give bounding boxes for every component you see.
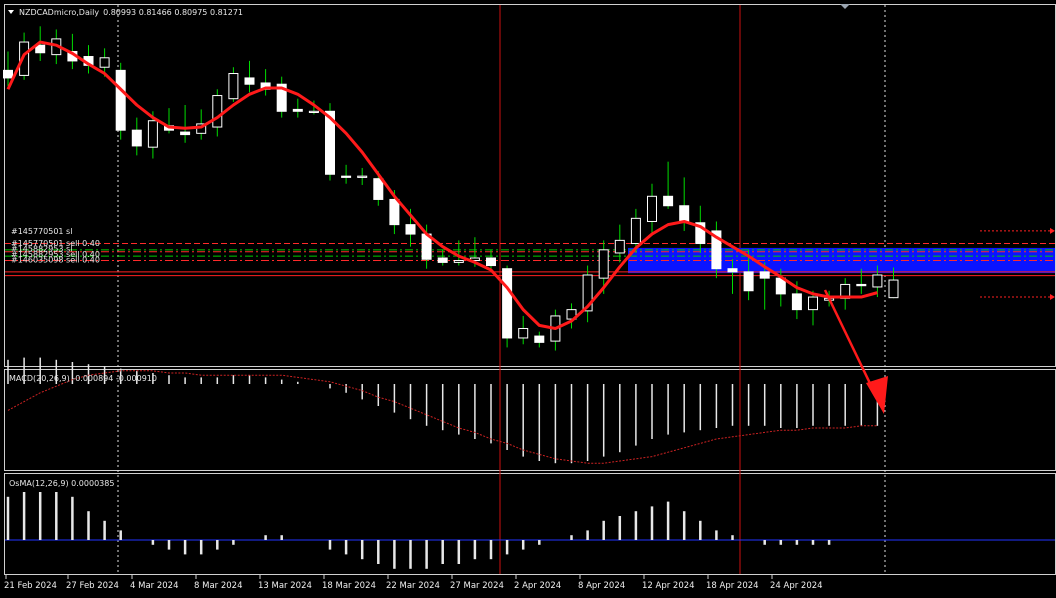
- symbol-label: NZDCADmicro,Daily 0.80993 0.81466 0.80975…: [19, 8, 243, 17]
- candle-body-27: [437, 257, 448, 263]
- date-label-4: 13 Mar 2024: [258, 581, 312, 591]
- date-label-3: 8 Mar 2024: [194, 581, 242, 591]
- candle-body-11: [180, 131, 191, 136]
- date-label-10: 12 Apr 2024: [642, 581, 695, 591]
- candle-body-21: [341, 175, 352, 178]
- macd-label: MACD(20,26,9) -0.000894 -0.000910: [9, 374, 157, 383]
- candle-body-13: [212, 95, 223, 128]
- date-label-12: 24 Apr 2024: [770, 581, 823, 591]
- candle-body-39: [630, 217, 641, 245]
- candle-body-50: [808, 296, 818, 311]
- candle-body-55: [888, 279, 899, 299]
- candle-body-0: [3, 69, 13, 79]
- candle-body-30: [486, 257, 496, 267]
- candle-body-6: [99, 57, 110, 68]
- candle-body-14: [228, 73, 239, 100]
- candle-body-18: [292, 108, 303, 112]
- date-label-1: 27 Feb 2024: [66, 581, 119, 591]
- candle-body-25: [405, 224, 416, 235]
- candle-body-19: [308, 110, 319, 113]
- candle-body-47: [759, 271, 770, 279]
- date-label-5: 18 Mar 2024: [322, 581, 376, 591]
- candle-body-40: [647, 195, 657, 222]
- candle-body-41: [663, 195, 674, 207]
- candle-body-15: [244, 77, 255, 85]
- candle-body-24: [389, 198, 400, 226]
- candle-body-23: [373, 178, 384, 200]
- candle-body-46: [743, 271, 754, 292]
- candle-body-37: [598, 249, 609, 279]
- chart-background: [0, 0, 1056, 598]
- date-label-2: 4 Mar 2024: [130, 581, 178, 591]
- order-sl-label: #145770501 sl: [11, 227, 72, 236]
- date-label-9: 8 Apr 2024: [578, 581, 625, 591]
- date-label-0: 21 Feb 2024: [4, 581, 57, 591]
- candle-body-9: [147, 120, 158, 148]
- order-sell-label-3: #146035098 sell 0.40: [11, 256, 100, 265]
- candle-body-42: [679, 205, 690, 222]
- candle-body-49: [791, 293, 802, 311]
- candle-body-45: [727, 268, 738, 273]
- candle-body-33: [534, 335, 545, 343]
- candle-body-8: [131, 129, 142, 147]
- date-label-8: 2 Apr 2024: [514, 581, 561, 591]
- candle-body-53: [856, 283, 867, 287]
- date-label-11: 18 Apr 2024: [706, 581, 759, 591]
- candle-body-7: [115, 69, 126, 131]
- chart-canvas[interactable]: 21 Feb 2024 27 Feb 2024 4 Mar 2024 8 Mar 20…: [0, 0, 1056, 598]
- candle-body-32: [518, 328, 529, 339]
- candle-body-38: [614, 239, 625, 254]
- candle-body-28: [453, 260, 464, 263]
- osma-label: OsMA(12,26,9) 0.0000385: [9, 479, 114, 488]
- candle-body-54: [872, 274, 883, 288]
- candle-body-22: [357, 175, 368, 178]
- candle-body-31: [502, 268, 513, 339]
- date-label-7: 27 Mar 2024: [450, 581, 504, 591]
- order-sell-labels: #145770501 sell 0.40#145882953 sl#145882…: [11, 239, 100, 265]
- date-label-6: 22 Mar 2024: [386, 581, 440, 591]
